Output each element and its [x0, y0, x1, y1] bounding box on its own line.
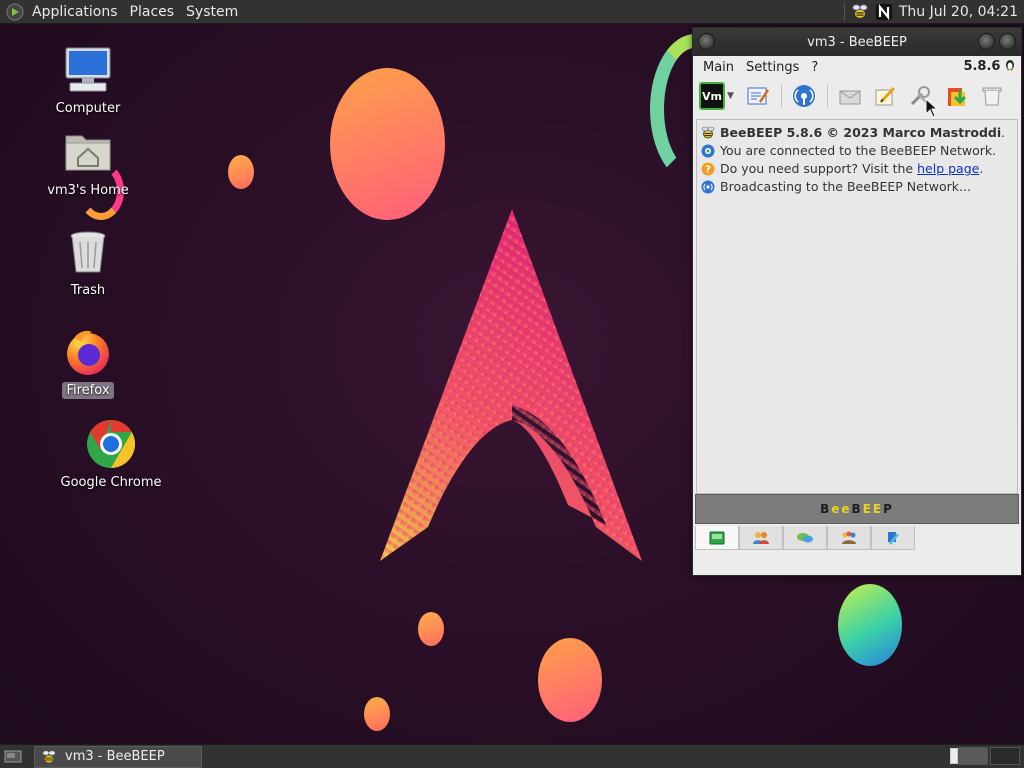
workspace-2[interactable]	[990, 747, 1020, 765]
toolbar: Vm ▼	[693, 78, 1021, 114]
home-folder-icon	[62, 126, 114, 178]
chrome-icon	[85, 418, 137, 470]
desktop-icon-label: Trash	[70, 283, 106, 298]
bee-icon	[701, 126, 715, 140]
wallpaper-orange-circle-mid	[538, 638, 602, 722]
chat-bubbles-icon	[797, 532, 813, 542]
tab-chats[interactable]	[783, 526, 827, 550]
log-line: You are connected to the BeeBEEP Network…	[701, 142, 1013, 160]
menu-system[interactable]: System	[180, 0, 244, 24]
svg-text:?: ?	[705, 165, 711, 176]
show-desktop-icon[interactable]	[4, 749, 22, 764]
network-n-icon[interactable]	[875, 3, 893, 21]
desktop-icon-trash[interactable]: Trash	[33, 226, 143, 299]
menu-settings[interactable]: Settings	[740, 60, 805, 75]
broadcast-icon	[701, 180, 715, 194]
wallpaper-orange-dot	[228, 155, 254, 189]
desktop-icon-chrome[interactable]: Google Chrome	[56, 418, 166, 491]
beebeep-banner: Bee B EE P	[695, 494, 1019, 524]
toolbar-separator	[780, 84, 782, 108]
firefox-icon	[62, 326, 114, 378]
menu-main[interactable]: Main	[697, 60, 740, 75]
mouse-cursor-icon	[925, 98, 939, 118]
users-icon	[753, 531, 769, 544]
workspace-switcher	[956, 747, 1020, 765]
vm-status-button[interactable]: Vm	[699, 82, 725, 110]
tab-groups[interactable]	[827, 526, 871, 550]
log-line: Broadcasting to the BeeBEEP Network...	[701, 178, 1013, 196]
window-menu-button[interactable]	[698, 33, 715, 50]
top-panel: Applications Places System Thu Jul 20, 0…	[0, 0, 1024, 24]
envelope-icon[interactable]	[836, 82, 864, 110]
tab-home[interactable]	[695, 526, 739, 550]
edit-profile-icon[interactable]	[744, 82, 772, 110]
wallpaper-green-blue-circle	[838, 584, 902, 666]
groups-icon	[842, 531, 856, 544]
log-line: ? Do you need support? Visit the help pa…	[701, 160, 1013, 178]
desktop-icon-label: Computer	[55, 101, 121, 116]
support-question-icon: ?	[701, 162, 715, 176]
wallpaper-orange-dot-3	[364, 697, 390, 731]
chat-log[interactable]: BeeBEEP 5.8.6 © 2023 Marco Mastroddi. Yo…	[696, 119, 1018, 494]
taskbar-item-label: vm3 - BeeBEEP	[65, 749, 165, 764]
panel-separator	[843, 2, 845, 21]
menubar: Main Settings ? 5.8.6	[693, 56, 1021, 78]
wallpaper-orange-dot-2	[418, 612, 444, 646]
desktop-icon-label: vm3's Home	[47, 183, 129, 198]
menu-places[interactable]: Places	[124, 0, 181, 24]
version-label: 5.8.6	[963, 59, 1015, 74]
beebeep-task-icon	[42, 749, 56, 763]
chevron-down-icon[interactable]: ▼	[727, 91, 734, 101]
desktop-icon-firefox[interactable]: Firefox	[33, 326, 143, 399]
help-page-link[interactable]: help page	[917, 160, 979, 178]
bin-icon[interactable]	[978, 82, 1006, 110]
beebeep-window[interactable]: vm3 - BeeBEEP Main Settings ? 5.8.6 Vm ▼	[692, 27, 1022, 576]
network-broadcast-icon[interactable]	[790, 82, 818, 110]
toolbar-separator	[826, 84, 828, 108]
computer-icon	[62, 44, 114, 96]
panel-clock[interactable]: Thu Jul 20, 04:21	[899, 4, 1024, 20]
tab-files[interactable]	[871, 526, 915, 550]
minimize-button[interactable]	[978, 33, 995, 50]
menu-applications[interactable]: Applications	[26, 0, 124, 24]
write-note-icon[interactable]	[871, 82, 899, 110]
maximize-button[interactable]	[999, 33, 1016, 50]
window-titlebar[interactable]: vm3 - BeeBEEP	[693, 28, 1021, 56]
desktop-icon-computer[interactable]: Computer	[33, 44, 143, 117]
arch-logo	[380, 209, 642, 561]
linux-tux-icon	[1006, 60, 1014, 71]
bottom-panel: vm3 - BeeBEEP	[0, 744, 1024, 768]
wallpaper-orange-circle-large	[330, 68, 445, 220]
network-connected-icon	[701, 144, 715, 158]
desktop-icon-home[interactable]: vm3's Home	[33, 126, 143, 199]
update-download-icon[interactable]	[943, 82, 971, 110]
beebeep-tray-icon[interactable]	[851, 3, 869, 21]
desktop-icon-label: Firefox	[62, 382, 114, 399]
desktop-icon-label: Google Chrome	[60, 475, 162, 490]
tab-users[interactable]	[739, 526, 783, 550]
applications-menu-icon[interactable]	[6, 3, 24, 21]
bottom-tabs	[695, 526, 915, 552]
taskbar-item-beebeep[interactable]: vm3 - BeeBEEP	[34, 745, 202, 768]
trash-icon	[62, 226, 114, 278]
home-tab-icon	[709, 531, 725, 544]
window-title: vm3 - BeeBEEP	[807, 34, 907, 50]
menu-help[interactable]: ?	[805, 60, 824, 75]
log-line: BeeBEEP 5.8.6 © 2023 Marco Mastroddi.	[701, 124, 1013, 142]
file-transfer-icon	[888, 531, 899, 545]
workspace-1[interactable]	[958, 747, 988, 765]
